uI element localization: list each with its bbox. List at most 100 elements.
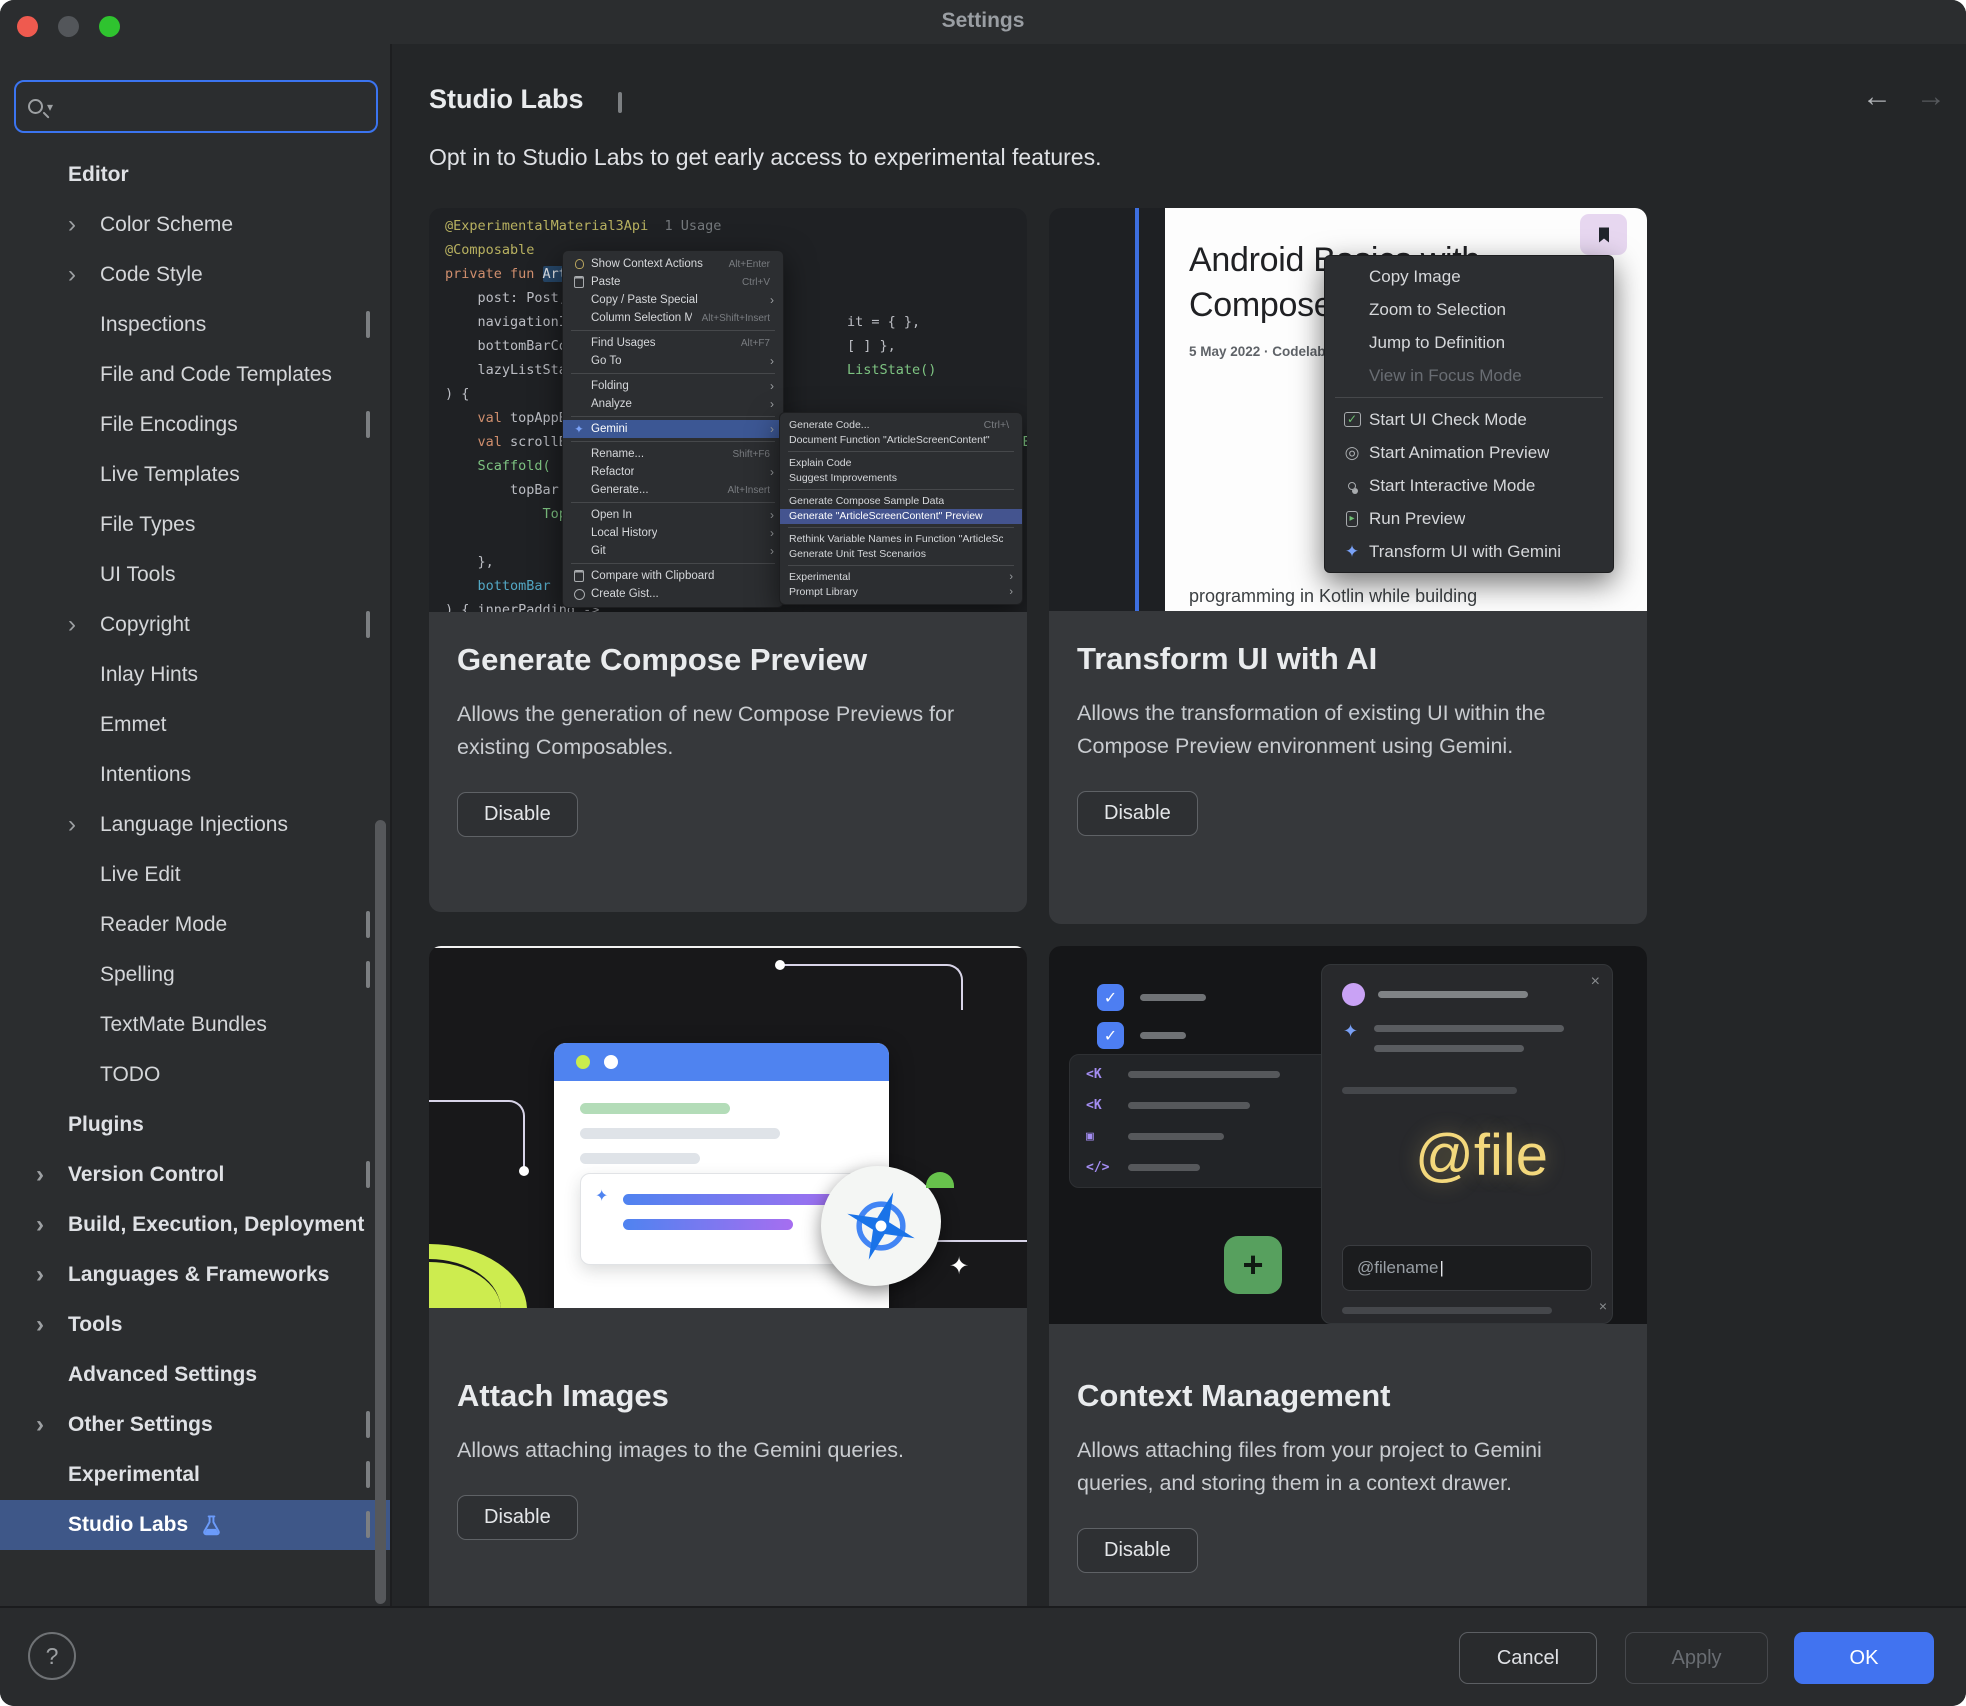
sidebar-item[interactable]: › Languages & Frameworks xyxy=(0,1250,390,1300)
menu-item[interactable]: Rename... Shift+F6 xyxy=(563,445,783,463)
menu-item[interactable]: Start Interactive Mode xyxy=(1325,469,1613,502)
card-title: Attach Images xyxy=(457,1378,999,1414)
sidebar-item[interactable]: › Spelling xyxy=(0,950,390,1000)
menu-item[interactable]: Start UI Check Mode xyxy=(1325,403,1613,436)
sidebar-item[interactable]: › Live Edit xyxy=(0,850,390,900)
disable-button[interactable]: Disable xyxy=(457,1495,578,1540)
back-arrow-icon[interactable]: ← xyxy=(1862,80,1892,114)
sidebar-item[interactable]: › Emmet xyxy=(0,700,390,750)
menu-item[interactable]: Generate Compose Sample Data xyxy=(780,493,1022,509)
sidebar-item[interactable]: › Color Scheme xyxy=(0,200,390,250)
sidebar-item[interactable]: › TODO xyxy=(0,1050,390,1100)
sidebar-item[interactable]: › Advanced Settings xyxy=(0,1350,390,1400)
menu-item[interactable]: Zoom to Selection xyxy=(1325,293,1613,326)
menu-item[interactable]: Compare with Clipboard xyxy=(563,567,783,585)
chevron-right-icon[interactable]: › xyxy=(68,263,100,287)
placeholder-bar xyxy=(1128,1071,1280,1078)
disable-button[interactable]: Disable xyxy=(1077,791,1198,836)
menu-item[interactable]: Show Context Actions Alt+Enter xyxy=(563,255,783,273)
sidebar-item[interactable]: › Code Style xyxy=(0,250,390,300)
menu-item[interactable]: Jump to Definition xyxy=(1325,326,1613,359)
forward-arrow-icon[interactable]: → xyxy=(1916,80,1946,114)
menu-item[interactable]: Refactor › xyxy=(563,463,783,481)
sidebar-item[interactable]: › Build, Execution, Deployment xyxy=(0,1200,390,1250)
sidebar-item[interactable]: › Editor xyxy=(0,150,390,200)
menu-item[interactable]: Gemini › xyxy=(563,420,783,438)
menu-separator xyxy=(571,373,775,374)
menu-item[interactable]: Generate Unit Test Scenarios xyxy=(780,547,1022,563)
menu-item[interactable]: Start Animation Preview xyxy=(1325,436,1613,469)
sidebar-item-label: Tools xyxy=(68,1313,122,1337)
menu-item[interactable]: Document Function "ArticleScreenContent" xyxy=(780,433,1022,449)
menu-item[interactable]: Open In › xyxy=(563,506,783,524)
ok-button[interactable]: OK xyxy=(1794,1632,1934,1684)
sidebar-item[interactable]: › Other Settings xyxy=(0,1400,390,1450)
window-icon xyxy=(366,411,370,438)
menu-item[interactable]: Suggest Improvements xyxy=(780,471,1022,487)
card-description: Allows the transformation of existing UI… xyxy=(1077,697,1619,763)
chevron-right-icon[interactable]: › xyxy=(36,1313,68,1337)
sidebar-scrollbar[interactable] xyxy=(375,820,386,1604)
menu-item[interactable]: Local History › xyxy=(563,524,783,542)
menu-item[interactable]: Generate Code... Ctrl+\ xyxy=(780,417,1022,433)
sidebar-item[interactable]: › Version Control xyxy=(0,1150,390,1200)
sidebar-item[interactable]: › File Types xyxy=(0,500,390,550)
chevron-right-icon[interactable]: › xyxy=(68,213,100,237)
menu-item[interactable]: Run Preview xyxy=(1325,502,1613,535)
search-dropdown-icon[interactable]: ▾ xyxy=(47,100,53,114)
menu-item[interactable]: Explain Code xyxy=(780,455,1022,471)
menu-item[interactable]: Column Selection Mode Alt+Shift+Insert xyxy=(563,309,783,327)
help-button[interactable]: ? xyxy=(28,1632,76,1680)
menu-item[interactable]: Rethink Variable Names in Function "Arti… xyxy=(780,531,1022,547)
menu-item[interactable]: View in Focus Mode xyxy=(1325,359,1613,392)
bookmark-icon[interactable] xyxy=(1580,214,1627,255)
menu-item[interactable]: Generate... Alt+Insert xyxy=(563,481,783,499)
menu-item[interactable]: Copy Image xyxy=(1325,260,1613,293)
sidebar-item[interactable]: › TextMate Bundles xyxy=(0,1000,390,1050)
gist-icon xyxy=(572,589,586,600)
apply-button[interactable]: Apply xyxy=(1625,1632,1768,1684)
menu-separator xyxy=(571,502,775,503)
menu-item[interactable]: Find Usages Alt+F7 xyxy=(563,334,783,352)
sidebar-item[interactable]: › Live Templates xyxy=(0,450,390,500)
sidebar-item[interactable]: › Intentions xyxy=(0,750,390,800)
menu-item[interactable]: Copy / Paste Special › xyxy=(563,291,783,309)
menu-item[interactable]: Analyze › xyxy=(563,395,783,413)
menu-item[interactable]: Folding › xyxy=(563,377,783,395)
menu-item[interactable]: Paste Ctrl+V xyxy=(563,273,783,291)
menu-item[interactable]: Create Gist... xyxy=(563,585,783,603)
sidebar-item[interactable]: › Tools xyxy=(0,1300,390,1350)
chevron-right-icon[interactable]: › xyxy=(36,1163,68,1187)
chevron-right-icon[interactable]: › xyxy=(68,613,100,637)
chevron-right-icon[interactable]: › xyxy=(68,813,100,837)
menu-item[interactable]: Transform UI with Gemini xyxy=(1325,535,1613,568)
search-input[interactable] xyxy=(57,95,364,119)
menu-item[interactable]: Prompt Library › xyxy=(780,585,1022,601)
chevron-right-icon[interactable]: › xyxy=(36,1263,68,1287)
menu-item[interactable]: Go To › xyxy=(563,352,783,370)
chevron-right-icon[interactable]: › xyxy=(36,1213,68,1237)
sidebar-item[interactable]: › Copyright xyxy=(0,600,390,650)
disable-button[interactable]: Disable xyxy=(1077,1528,1198,1573)
sidebar-item[interactable]: › Experimental xyxy=(0,1450,390,1500)
cancel-button[interactable]: Cancel xyxy=(1459,1632,1597,1684)
menu-item[interactable]: Experimental › xyxy=(780,569,1022,585)
sidebar-item[interactable]: › Inlay Hints xyxy=(0,650,390,700)
chevron-right-icon[interactable]: › xyxy=(36,1413,68,1437)
sidebar-item[interactable]: › File and Code Templates xyxy=(0,350,390,400)
context-management-illustration: ✓ ✓ <K <K ▣ </> + × ✦ xyxy=(1049,946,1647,1324)
menu-item[interactable]: Git › xyxy=(563,542,783,560)
sidebar-item[interactable]: › Language Injections xyxy=(0,800,390,850)
menu-item[interactable]: Generate "ArticleScreenContent" Preview xyxy=(780,509,1022,525)
sidebar-item[interactable]: › Reader Mode xyxy=(0,900,390,950)
disable-button[interactable]: Disable xyxy=(457,792,578,837)
search-box[interactable]: ▾ xyxy=(14,80,378,133)
sidebar-item[interactable]: › Studio Labs xyxy=(0,1500,390,1550)
sidebar-item-label: Inspections xyxy=(100,313,206,337)
sidebar-item[interactable]: › File Encodings xyxy=(0,400,390,450)
card-description: Allows attaching images to the Gemini qu… xyxy=(457,1434,999,1467)
sidebar-item[interactable]: › UI Tools xyxy=(0,550,390,600)
sidebar-item[interactable]: › Plugins xyxy=(0,1100,390,1150)
sidebar-item[interactable]: › Inspections xyxy=(0,300,390,350)
sparkle-icon: ✦ xyxy=(595,1186,608,1205)
